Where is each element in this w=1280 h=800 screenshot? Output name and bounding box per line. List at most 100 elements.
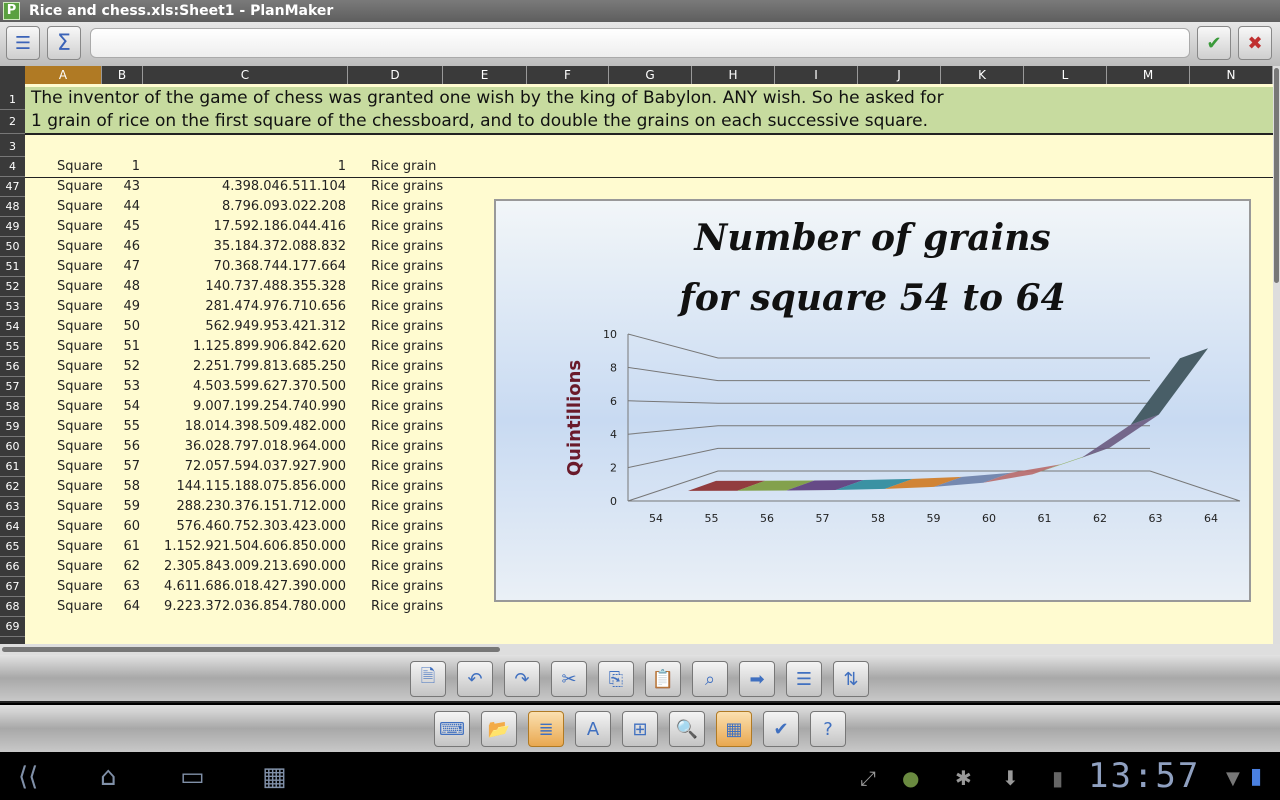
- cell-square-label[interactable]: Square: [57, 577, 103, 597]
- row-header[interactable]: 54: [0, 317, 25, 337]
- cell-grain-count[interactable]: 72.057.594.037.927.900: [143, 457, 346, 477]
- column-header-g[interactable]: G: [609, 66, 692, 84]
- sort-button[interactable]: ⇅: [833, 661, 869, 697]
- home-icon[interactable]: ⌂: [100, 762, 117, 792]
- cell-square-number[interactable]: 54: [102, 397, 140, 417]
- cell-square-label[interactable]: Square: [57, 277, 103, 297]
- row-header[interactable]: 65: [0, 537, 25, 557]
- cell-square-number[interactable]: 60: [102, 517, 140, 537]
- horizontal-scrollbar[interactable]: [0, 644, 1280, 655]
- row-header[interactable]: 55: [0, 337, 25, 357]
- cell-unit[interactable]: Rice grains: [371, 397, 443, 417]
- cell-grain-count[interactable]: 17.592.186.044.416: [143, 217, 346, 237]
- cell-square-number[interactable]: 63: [102, 577, 140, 597]
- sum-button[interactable]: Σ: [47, 26, 81, 60]
- cell-unit[interactable]: Rice grains: [371, 257, 443, 277]
- goto-button[interactable]: ➡: [739, 661, 775, 697]
- cell-square-number[interactable]: 56: [102, 437, 140, 457]
- cell-square-number[interactable]: 49: [102, 297, 140, 317]
- row-header[interactable]: 59: [0, 417, 25, 437]
- check-button[interactable]: ✔: [763, 711, 799, 747]
- cell-square-number[interactable]: 48: [102, 277, 140, 297]
- cell-unit[interactable]: Rice grains: [371, 497, 443, 517]
- column-header-j[interactable]: J: [858, 66, 941, 84]
- cell-grain-count[interactable]: 144.115.188.075.856.000: [143, 477, 346, 497]
- cell-square-number[interactable]: 43: [102, 177, 140, 197]
- row-header[interactable]: 68: [0, 597, 25, 617]
- document-button[interactable]: 🗎: [410, 661, 446, 697]
- cell-unit[interactable]: Rice grains: [371, 457, 443, 477]
- cell-square-label[interactable]: Square: [57, 397, 103, 417]
- row-header[interactable]: 62: [0, 477, 25, 497]
- cell-square-label[interactable]: Square: [57, 477, 103, 497]
- cell-grain-count[interactable]: 35.184.372.088.832: [143, 237, 346, 257]
- row-header[interactable]: 51: [0, 257, 25, 277]
- row-header[interactable]: 57: [0, 377, 25, 397]
- cell-square-label[interactable]: Square: [57, 377, 103, 397]
- column-header-f[interactable]: F: [527, 66, 609, 84]
- cell-square-label[interactable]: Square: [57, 257, 103, 277]
- cell-square-label[interactable]: Square: [57, 557, 103, 577]
- cell-grain-count[interactable]: 140.737.488.355.328: [143, 277, 346, 297]
- column-header-k[interactable]: K: [941, 66, 1024, 84]
- help-button[interactable]: ?: [810, 711, 846, 747]
- cell-unit[interactable]: Rice grains: [371, 217, 443, 237]
- cell-square-label[interactable]: Square: [57, 597, 103, 617]
- cell-unit[interactable]: Rice grains: [371, 237, 443, 257]
- cell-square-label[interactable]: Square: [57, 177, 103, 197]
- cell-square-number[interactable]: 59: [102, 497, 140, 517]
- row-header[interactable]: 53: [0, 297, 25, 317]
- cell-grain-count[interactable]: 562.949.953.421.312: [143, 317, 346, 337]
- cell-square-label[interactable]: Square: [57, 317, 103, 337]
- row-header[interactable]: 64: [0, 517, 25, 537]
- cell-grain-count[interactable]: 1.152.921.504.606.850.000: [143, 537, 346, 557]
- column-header-c[interactable]: C: [143, 66, 348, 84]
- row-header[interactable]: 56: [0, 357, 25, 377]
- cell-unit[interactable]: Rice grains: [371, 277, 443, 297]
- cell-square-number[interactable]: 61: [102, 537, 140, 557]
- cell-unit[interactable]: Rice grains: [371, 437, 443, 457]
- row-header[interactable]: 1: [0, 89, 25, 110]
- horizontal-scroll-thumb[interactable]: [2, 647, 500, 652]
- cell-unit[interactable]: Rice grains: [371, 337, 443, 357]
- cell-grain-count[interactable]: 8.796.093.022.208: [143, 197, 346, 217]
- cell-grain-count[interactable]: 1: [143, 157, 346, 177]
- cell-square-label[interactable]: Square: [57, 417, 103, 437]
- cell-unit[interactable]: Rice grains: [371, 317, 443, 337]
- column-header-b[interactable]: B: [102, 66, 143, 84]
- cell-square-number[interactable]: 58: [102, 477, 140, 497]
- cell-grain-count[interactable]: 288.230.376.151.712.000: [143, 497, 346, 517]
- cell-unit[interactable]: Rice grains: [371, 537, 443, 557]
- column-header-m[interactable]: M: [1107, 66, 1190, 84]
- back-icon[interactable]: ⟨⟨: [18, 762, 38, 792]
- row-header[interactable]: 2: [0, 110, 25, 134]
- column-header-h[interactable]: H: [692, 66, 775, 84]
- row-header[interactable]: 49: [0, 217, 25, 237]
- row-header[interactable]: 63: [0, 497, 25, 517]
- cell-unit[interactable]: Rice grains: [371, 377, 443, 397]
- cell-grain-count[interactable]: 4.611.686.018.427.390.000: [143, 577, 346, 597]
- cell-square-label[interactable]: Square: [57, 497, 103, 517]
- row-header[interactable]: 52: [0, 277, 25, 297]
- vertical-scrollbar[interactable]: [1273, 66, 1280, 644]
- cell-grain-count[interactable]: 1.125.899.906.842.620: [143, 337, 346, 357]
- cell-square-label[interactable]: Square: [57, 297, 103, 317]
- cell-grain-count[interactable]: 18.014.398.509.482.000: [143, 417, 346, 437]
- open-button[interactable]: 📂: [481, 711, 517, 747]
- cancel-formula-button[interactable]: ✖: [1238, 26, 1272, 60]
- column-header-e[interactable]: E: [443, 66, 527, 84]
- cell-grain-count[interactable]: 70.368.744.177.664: [143, 257, 346, 277]
- keyboard-button[interactable]: ⌨: [434, 711, 470, 747]
- row-header[interactable]: 58: [0, 397, 25, 417]
- cell-square-number[interactable]: 55: [102, 417, 140, 437]
- cell-square-number[interactable]: 45: [102, 217, 140, 237]
- copy-button[interactable]: ⎘: [598, 661, 634, 697]
- cell-square-number[interactable]: 46: [102, 237, 140, 257]
- column-header-a[interactable]: A: [25, 66, 102, 84]
- accept-formula-button[interactable]: ✔: [1197, 26, 1231, 60]
- cell-unit[interactable]: Rice grains: [371, 477, 443, 497]
- row-header[interactable]: 3: [0, 137, 25, 157]
- cell-unit[interactable]: Rice grains: [371, 417, 443, 437]
- vertical-scroll-thumb[interactable]: [1274, 68, 1279, 283]
- cell-square-label[interactable]: Square: [57, 457, 103, 477]
